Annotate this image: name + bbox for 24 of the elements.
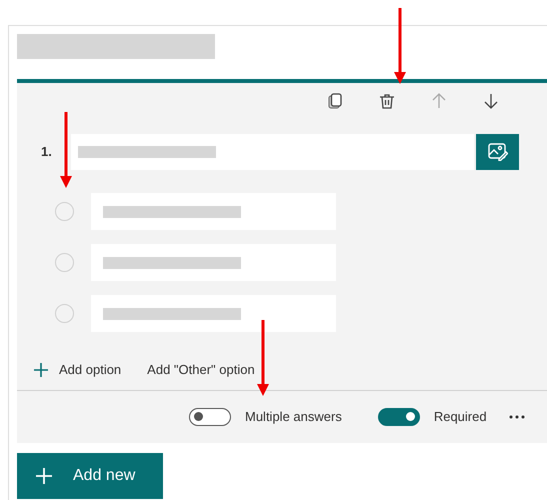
up-arrow-icon [432,93,446,109]
add-new-button[interactable]: Add new [17,453,163,499]
insert-image-button[interactable] [476,134,519,170]
question-input-field[interactable] [71,134,474,170]
down-arrow-icon [484,93,498,109]
trash-icon [379,92,395,110]
toggle-label: Multiple answers [245,408,342,426]
radio-button[interactable] [55,202,74,221]
toggle-switch[interactable] [189,408,231,426]
option-input-field[interactable] [91,193,336,230]
add-other-option-button[interactable]: Add "Other" option [147,360,255,380]
toggle-label: Required [434,408,487,426]
option-input-field[interactable] [91,244,336,281]
option-input-field[interactable] [91,295,336,332]
radio-button[interactable] [55,253,74,272]
toggle-switch[interactable] [378,408,420,426]
question-number: 1. [41,144,52,160]
plus-icon [33,362,49,378]
plus-icon [35,467,53,485]
copy-icon [327,92,343,110]
radio-button[interactable] [55,304,74,323]
more-options-icon[interactable] [508,415,525,419]
image-edit-icon [488,143,508,161]
add-option-button[interactable]: Add option [33,360,122,380]
